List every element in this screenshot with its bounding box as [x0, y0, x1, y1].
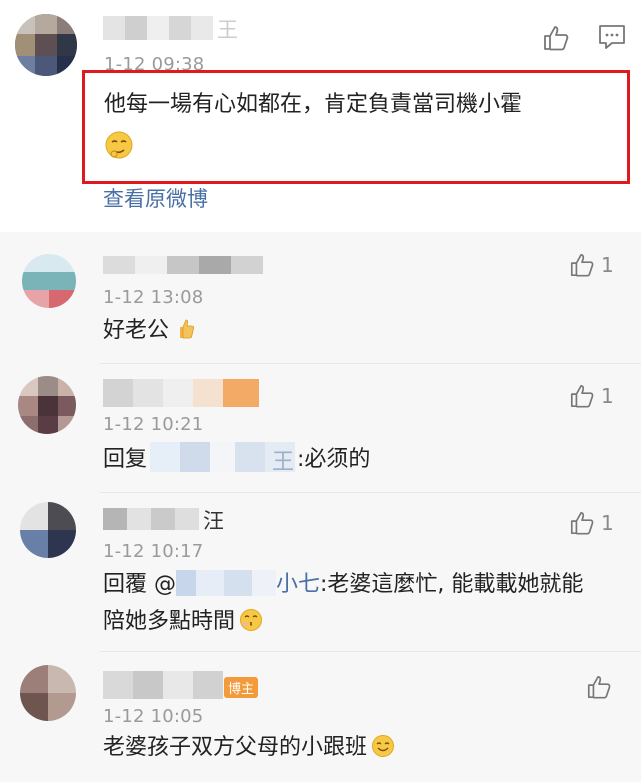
avatar[interactable] — [20, 502, 76, 558]
like-icon[interactable] — [542, 24, 570, 56]
divider — [100, 363, 641, 364]
like-button[interactable]: 1 — [569, 383, 614, 409]
like-count: 1 — [601, 511, 614, 535]
timestamp: 1-12 13:08 — [103, 287, 204, 308]
reply-text: 好老公 — [103, 312, 197, 349]
like-icon — [570, 511, 594, 535]
smile-emoji-icon — [372, 735, 395, 757]
like-button[interactable] — [586, 674, 618, 700]
like-icon — [587, 675, 611, 699]
like-icon — [570, 253, 594, 277]
comment-text: 他每一場有心如都在，肯定負責當司機小霍 — [104, 92, 523, 117]
view-original-link[interactable]: 查看原微博 — [103, 183, 208, 213]
mention-blurred[interactable]: 王 — [150, 442, 295, 472]
reply-text: 回复 — [103, 447, 148, 472]
author-badge: 博主 — [224, 677, 259, 698]
like-count: 1 — [601, 253, 614, 277]
avatar[interactable] — [18, 376, 76, 434]
username-blurred[interactable] — [103, 256, 263, 274]
reply-text: :必须的 — [297, 447, 371, 472]
mention-blurred — [176, 570, 276, 596]
like-count: 1 — [601, 384, 614, 408]
smirk-emoji-icon — [104, 130, 134, 164]
kiss-emoji-icon — [240, 609, 263, 631]
divider — [100, 651, 641, 652]
reply-text: 回覆 @ 小七:老婆這麼忙, 能載載她就能 陪她多點時間 — [103, 570, 584, 634]
username-blurred[interactable] — [103, 671, 223, 699]
timestamp: 1-12 10:17 — [103, 541, 204, 562]
timestamp: 1-12 10:21 — [103, 414, 204, 435]
timestamp: 1-12 10:05 — [103, 706, 204, 727]
thumbs-up-emoji-icon — [180, 319, 195, 339]
username-blurred[interactable] — [103, 379, 259, 407]
reply-section — [0, 232, 641, 782]
like-button[interactable]: 1 — [569, 510, 614, 536]
avatar[interactable] — [15, 14, 77, 76]
like-icon — [570, 384, 594, 408]
username-blurred[interactable]: 汪 — [103, 508, 233, 530]
comment-icon[interactable] — [598, 24, 626, 54]
divider — [100, 492, 641, 493]
like-button[interactable]: 1 — [569, 252, 614, 278]
avatar[interactable] — [20, 665, 76, 721]
reply-text: 老婆孩子双方父母的小跟班 — [103, 729, 395, 766]
avatar[interactable] — [22, 254, 76, 308]
username-blurred[interactable]: 王 — [103, 16, 243, 40]
